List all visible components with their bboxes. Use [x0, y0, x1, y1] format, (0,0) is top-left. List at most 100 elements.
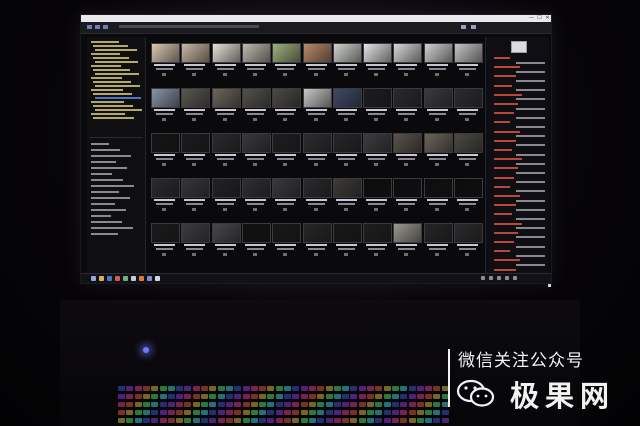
thumbnail-cell[interactable] — [210, 41, 241, 79]
thumbnail-cell[interactable] — [331, 41, 362, 79]
thumbnail-cell[interactable] — [331, 176, 362, 214]
thumbnail-cell[interactable] — [240, 221, 271, 259]
tray-icon[interactable] — [513, 276, 517, 280]
minimize-button[interactable]: — — [529, 16, 534, 21]
thumbnail-cell[interactable] — [422, 86, 453, 124]
folder-tree-item[interactable] — [93, 57, 129, 59]
tray-icon[interactable] — [481, 276, 485, 280]
path-breadcrumb[interactable] — [119, 25, 259, 28]
taskbar-app-icon[interactable] — [115, 276, 120, 281]
thumbnail-cell[interactable] — [179, 41, 211, 79]
thumbnail-cell[interactable] — [210, 131, 241, 169]
folder-tree-item[interactable] — [95, 61, 138, 63]
folder-tree-item[interactable] — [93, 45, 128, 47]
thumbnail-cell[interactable] — [149, 221, 180, 259]
taskbar-app-icon[interactable] — [107, 276, 112, 281]
thumbnail-cell[interactable] — [270, 131, 302, 169]
folder-tree-item[interactable] — [93, 117, 134, 119]
thumbnail-cell[interactable] — [270, 176, 302, 214]
folder-tree-item[interactable] — [93, 69, 130, 71]
thumbnail-cell[interactable] — [331, 131, 362, 169]
folder-tree-item[interactable] — [93, 81, 131, 83]
folder-icon[interactable] — [103, 25, 108, 29]
thumbnail-cell[interactable] — [391, 176, 423, 214]
taskbar-app-icon[interactable] — [99, 276, 104, 281]
taskbar-app-icon[interactable] — [147, 276, 152, 281]
folder-tree-item[interactable] — [91, 53, 120, 55]
thumbnail-cell[interactable] — [301, 86, 332, 124]
thumbnail-cell[interactable] — [301, 221, 332, 259]
taskbar-app-icon[interactable] — [131, 276, 136, 281]
taskbar-app-icon[interactable] — [155, 276, 160, 281]
thumbnail-cell[interactable] — [179, 176, 211, 214]
thumbnail-cell[interactable] — [452, 41, 483, 79]
thumbnail-cell[interactable] — [422, 176, 453, 214]
thumbnail-cell[interactable] — [422, 41, 453, 79]
thumbnail-cell[interactable] — [361, 131, 393, 169]
view-icon[interactable] — [471, 25, 476, 29]
thumbnail-cell[interactable] — [452, 176, 483, 214]
thumbnail-cell[interactable] — [301, 131, 332, 169]
thumbnail-cell[interactable] — [149, 176, 180, 214]
folder-tree-item[interactable] — [91, 65, 121, 67]
folder-tree-item[interactable] — [95, 73, 139, 75]
thumbnail-cell[interactable] — [210, 221, 241, 259]
thumbnail-cell[interactable] — [179, 86, 211, 124]
thumbnail-cell[interactable] — [301, 176, 332, 214]
thumbnail-cell[interactable] — [270, 221, 302, 259]
tray-icon[interactable] — [505, 276, 509, 280]
thumbnail-cell[interactable] — [361, 176, 393, 214]
thumbnail-cell[interactable] — [240, 86, 271, 124]
thumbnail-cell[interactable] — [391, 221, 423, 259]
back-icon[interactable] — [87, 25, 92, 29]
thumbnail-cell[interactable] — [331, 86, 362, 124]
thumbnail-cell[interactable] — [240, 131, 271, 169]
thumbnail-cell[interactable] — [179, 131, 211, 169]
thumbnail-cell[interactable] — [391, 131, 423, 169]
thumbnail-cell[interactable] — [301, 41, 332, 79]
folder-tree-item[interactable] — [93, 93, 132, 95]
folder-tree-item[interactable] — [93, 105, 133, 107]
taskbar-app-icon[interactable] — [123, 276, 128, 281]
search-icon[interactable] — [461, 25, 466, 29]
keyboard-key — [176, 418, 184, 423]
thumbnail-cell[interactable] — [240, 176, 271, 214]
tray-icon[interactable] — [497, 276, 501, 280]
close-button[interactable]: ✕ — [545, 16, 550, 21]
forward-icon[interactable] — [95, 25, 100, 29]
thumbnail-cell[interactable] — [422, 221, 453, 259]
thumbnail-cell[interactable] — [149, 131, 180, 169]
folder-tree-item[interactable] — [95, 97, 141, 99]
folder-tree-item[interactable] — [91, 89, 123, 91]
tray-icon[interactable] — [489, 276, 493, 280]
metadata-row — [494, 66, 520, 69]
thumbnail-cell[interactable] — [452, 86, 483, 124]
folder-tree-item[interactable] — [95, 49, 137, 51]
thumbnail-cell[interactable] — [452, 221, 483, 259]
folder-tree-item[interactable] — [91, 113, 125, 115]
taskbar-app-icon[interactable] — [91, 276, 96, 281]
maximize-button[interactable]: ☐ — [537, 16, 542, 21]
thumbnail-cell[interactable] — [361, 86, 393, 124]
thumbnail-cell[interactable] — [422, 131, 453, 169]
thumbnail-cell[interactable] — [149, 41, 180, 79]
thumbnail-cell[interactable] — [270, 41, 302, 79]
thumbnail-cell[interactable] — [452, 131, 483, 169]
folder-tree-item[interactable] — [91, 101, 124, 103]
folder-tree-item[interactable] — [91, 41, 119, 43]
thumbnail-cell[interactable] — [179, 221, 211, 259]
thumbnail-cell[interactable] — [149, 86, 180, 124]
thumbnail-cell[interactable] — [361, 221, 393, 259]
thumbnail-cell[interactable] — [240, 41, 271, 79]
thumbnail-cell[interactable] — [210, 176, 241, 214]
thumbnail-cell[interactable] — [361, 41, 393, 79]
folder-tree-item[interactable] — [91, 77, 122, 79]
thumbnail-cell[interactable] — [391, 86, 423, 124]
folder-tree-item[interactable] — [95, 85, 140, 87]
taskbar-app-icon[interactable] — [139, 276, 144, 281]
folder-tree-item[interactable] — [95, 109, 142, 111]
thumbnail-cell[interactable] — [391, 41, 423, 79]
thumbnail-cell[interactable] — [331, 221, 362, 259]
thumbnail-cell[interactable] — [270, 86, 302, 124]
thumbnail-cell[interactable] — [210, 86, 241, 124]
